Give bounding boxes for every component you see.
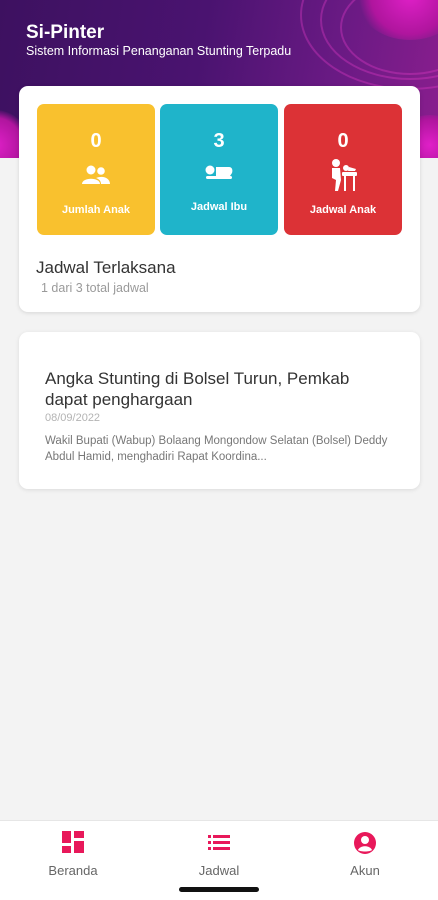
news-date: 08/09/2022 <box>45 412 101 424</box>
people-icon <box>37 164 155 186</box>
nav-item-beranda[interactable]: Beranda <box>0 831 146 878</box>
mother-icon <box>160 164 278 182</box>
dashboard-icon <box>0 831 146 855</box>
list-icon <box>146 831 292 855</box>
schedule-summary: 1 dari 3 total jadwal <box>41 281 149 295</box>
nav-item-jadwal[interactable]: Jadwal <box>146 831 292 878</box>
schedule-title: Jadwal Terlaksana <box>36 258 176 277</box>
baby-changing-icon <box>284 158 402 192</box>
stat-count: 0 <box>337 130 349 152</box>
nav-label: Jadwal <box>198 863 240 878</box>
stat-count: 0 <box>90 130 102 152</box>
stats-card: 0 Jumlah Anak 3 Jadwal Ibu 0 Jadwal Anak… <box>19 86 420 312</box>
home-indicator[interactable] <box>179 887 259 892</box>
stat-tile-jadwal-anak[interactable]: 0 Jadwal Anak <box>284 104 402 235</box>
stat-tile-jadwal-ibu[interactable]: 3 Jadwal Ibu <box>160 104 278 235</box>
news-card[interactable]: Angka Stunting di Bolsel Turun, Pemkab d… <box>19 332 420 489</box>
nav-item-akun[interactable]: Akun <box>292 831 438 878</box>
news-title: Angka Stunting di Bolsel Turun, Pemkab d… <box>45 369 350 409</box>
stat-tile-jumlah-anak[interactable]: 0 Jumlah Anak <box>37 104 155 235</box>
nav-label: Akun <box>350 863 380 878</box>
stat-label: Jadwal Anak <box>309 204 377 216</box>
app-subtitle: Sistem Informasi Penanganan Stunting Ter… <box>26 44 292 58</box>
stat-count: 3 <box>213 130 225 152</box>
stat-label: Jadwal Ibu <box>190 201 248 213</box>
news-excerpt: Wakil Bupati (Wabup) Bolaang Mongondow S… <box>45 435 388 463</box>
account-icon <box>292 831 438 855</box>
stat-label: Jumlah Anak <box>61 204 131 216</box>
nav-label: Beranda <box>48 863 98 878</box>
app-title: Si-Pinter <box>26 22 105 43</box>
